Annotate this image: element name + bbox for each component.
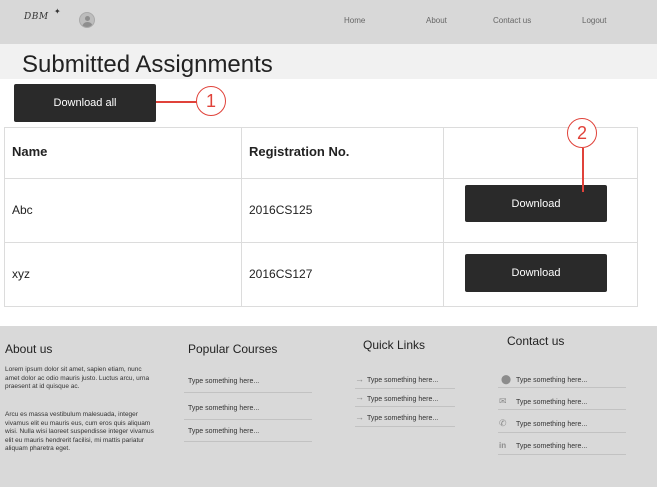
footer-links-heading: Quick Links	[363, 338, 426, 352]
footer-course-item-3[interactable]: Type something here...	[188, 428, 259, 435]
nav-logout-link[interactable]: Logout	[582, 16, 606, 25]
logo-star-icon: ✦	[54, 7, 61, 16]
column-header-name: Name	[12, 144, 48, 159]
footer-link-item-3[interactable]: Type something here...	[367, 415, 438, 422]
callout-1-marker: 1	[196, 86, 226, 116]
top-navbar: DBM ✦ Home About Contact us Logout	[0, 0, 657, 44]
footer-course-item-2[interactable]: Type something here...	[188, 405, 259, 412]
download-all-button[interactable]: Download all	[14, 84, 156, 122]
footer-about-paragraph-1: Lorem ipsum dolor sit amet, sapien etiam…	[5, 366, 150, 390]
phone-icon: ✆	[499, 418, 507, 428]
row-2-name: xyz	[12, 267, 30, 281]
footer-contact-phone[interactable]: Type something here...	[516, 421, 587, 428]
arrow-right-icon: →	[355, 412, 364, 422]
row-2-registration: 2016CS127	[249, 267, 313, 281]
footer-contact-email[interactable]: Type something here...	[516, 399, 587, 406]
row-1-name: Abc	[12, 203, 33, 217]
nav-contact-link[interactable]: Contact us	[493, 16, 531, 25]
row-1-download-button[interactable]: Download	[465, 185, 607, 222]
row-1-registration: 2016CS125	[249, 203, 313, 217]
nav-about-link[interactable]: About	[426, 16, 447, 25]
logo[interactable]: DBM	[24, 12, 49, 22]
callout-2-line	[582, 148, 584, 192]
location-pin-icon: ⬤	[501, 374, 512, 384]
linkedin-icon: in	[499, 441, 507, 450]
footer-courses-heading: Popular Courses	[188, 342, 278, 356]
envelope-icon: ✉	[499, 396, 507, 406]
footer-about-paragraph-2: Arcu es massa vestibulum malesuada, inte…	[5, 411, 154, 452]
user-avatar-icon[interactable]	[79, 12, 95, 28]
page-title: Submitted Assignments	[22, 51, 273, 78]
footer-contact-address: Type something here...	[516, 377, 588, 384]
footer-contact-heading: Contact us	[507, 334, 565, 348]
nav-home-link[interactable]: Home	[344, 16, 365, 25]
callout-1-line	[156, 101, 197, 103]
column-header-registration: Registration No.	[249, 144, 350, 159]
arrow-right-icon: →	[355, 392, 364, 402]
footer-contact-linkedin[interactable]: Type something here...	[516, 443, 587, 450]
row-2-download-button[interactable]: Download	[465, 254, 607, 292]
title-band: Submitted Assignments	[0, 44, 657, 79]
footer-course-item-1[interactable]: Type something here...	[188, 378, 259, 385]
footer-about-heading: About us	[5, 342, 53, 356]
page: DBM ✦ Home About Contact us Logout Submi…	[0, 0, 657, 487]
footer: About us Lorem ipsum dolor sit amet, sap…	[0, 326, 657, 487]
footer-link-item-1[interactable]: Type something here...	[367, 377, 438, 384]
arrow-right-icon: →	[355, 374, 364, 384]
callout-2-marker: 2	[567, 118, 597, 148]
footer-link-item-2[interactable]: Type something here...	[367, 396, 438, 403]
